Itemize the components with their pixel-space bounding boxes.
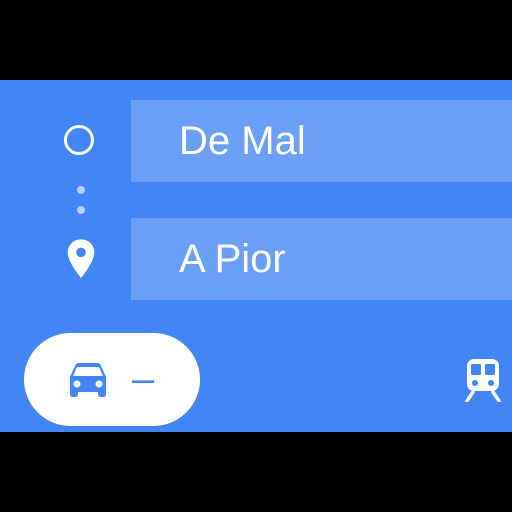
car-icon <box>70 363 106 397</box>
origin-circle-icon <box>64 125 94 155</box>
train-icon[interactable] <box>464 358 502 402</box>
destination-field[interactable]: A Pior <box>131 218 512 300</box>
origin-text: De Mal <box>179 118 306 163</box>
location-pin-icon <box>67 239 95 278</box>
route-dots-icon <box>77 206 85 214</box>
route-dots-icon <box>77 186 85 194</box>
origin-field[interactable]: De Mal <box>131 100 512 182</box>
destination-text: A Pior <box>179 236 286 281</box>
directions-panel: De Mal A Pior – <box>0 80 512 432</box>
driving-duration: – <box>132 357 155 401</box>
driving-mode-button[interactable]: – <box>24 333 200 426</box>
